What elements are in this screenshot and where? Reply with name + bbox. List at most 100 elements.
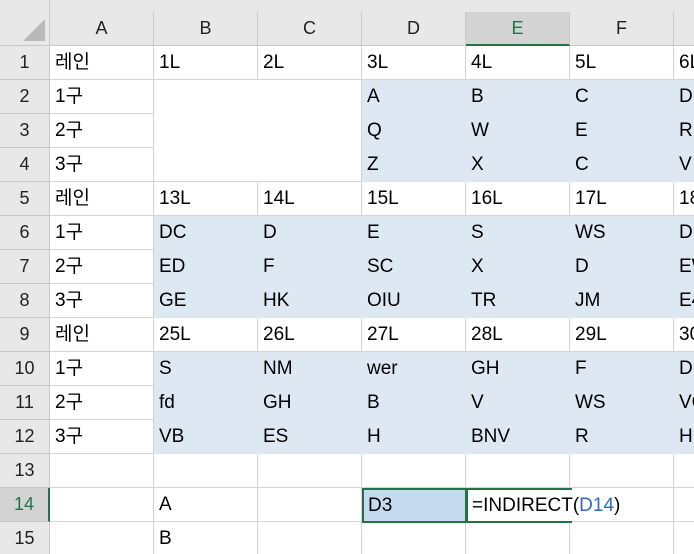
- cell-b11[interactable]: fd: [154, 386, 258, 420]
- cell-g10[interactable]: D: [674, 352, 694, 386]
- cell-g12[interactable]: H: [674, 420, 694, 454]
- select-all-corner[interactable]: [0, 0, 50, 46]
- cell-f3[interactable]: E: [570, 114, 674, 148]
- cell-a4[interactable]: 3구: [50, 148, 154, 182]
- cell-e1[interactable]: 4L: [466, 46, 570, 80]
- cell-d7[interactable]: SC: [362, 250, 466, 284]
- cell-c13[interactable]: [258, 454, 362, 488]
- cell-g8[interactable]: E4: [674, 284, 694, 318]
- cell-g13[interactable]: [674, 454, 694, 488]
- cell-d5[interactable]: 15L: [362, 182, 466, 216]
- cell-e3[interactable]: W: [466, 114, 570, 148]
- editing-cell-e14[interactable]: =INDIRECT(D14): [466, 488, 620, 523]
- row-header-1[interactable]: 1: [0, 46, 50, 80]
- cell-b12[interactable]: VB: [154, 420, 258, 454]
- cell-b5[interactable]: 13L: [154, 182, 258, 216]
- cell-a13[interactable]: [50, 454, 154, 488]
- cell-b9[interactable]: 25L: [154, 318, 258, 352]
- cell-e12[interactable]: BNV: [466, 420, 570, 454]
- cell-c6[interactable]: D: [258, 216, 362, 250]
- row-header-5[interactable]: 5: [0, 182, 50, 216]
- cell-f15[interactable]: [570, 522, 674, 554]
- column-header-b[interactable]: B: [154, 12, 258, 46]
- row-header-3[interactable]: 3: [0, 114, 50, 148]
- cell-c12[interactable]: ES: [258, 420, 362, 454]
- cell-d3[interactable]: Q: [362, 114, 466, 148]
- cell-d2[interactable]: A: [362, 80, 466, 114]
- cell-d12[interactable]: H: [362, 420, 466, 454]
- cell-c10[interactable]: NM: [258, 352, 362, 386]
- cell-e6[interactable]: S: [466, 216, 570, 250]
- cell-g3[interactable]: R: [674, 114, 694, 148]
- row-header-14[interactable]: 14: [0, 488, 50, 522]
- cell-e2[interactable]: B: [466, 80, 570, 114]
- cell-c5[interactable]: 14L: [258, 182, 362, 216]
- cell-d8[interactable]: OIU: [362, 284, 466, 318]
- column-header-f[interactable]: F: [570, 12, 674, 46]
- cell-d15[interactable]: [362, 522, 466, 554]
- column-header-c[interactable]: C: [258, 12, 362, 46]
- cell-g11[interactable]: VC: [674, 386, 694, 420]
- column-header-a[interactable]: A: [50, 12, 154, 46]
- cell-b1[interactable]: 1L: [154, 46, 258, 80]
- cell-b3[interactable]: [154, 114, 258, 148]
- cell-b4[interactable]: [154, 148, 258, 182]
- row-header-13[interactable]: 13: [0, 454, 50, 488]
- cell-e8[interactable]: TR: [466, 284, 570, 318]
- cell-a3[interactable]: 2구: [50, 114, 154, 148]
- cell-f6[interactable]: WS: [570, 216, 674, 250]
- cell-a1[interactable]: 레인: [50, 46, 154, 80]
- cell-g2[interactable]: D: [674, 80, 694, 114]
- cell-b14[interactable]: A: [154, 488, 258, 522]
- cell-b7[interactable]: ED: [154, 250, 258, 284]
- cell-d11[interactable]: B: [362, 386, 466, 420]
- cell-a12[interactable]: 3구: [50, 420, 154, 454]
- cell-g14[interactable]: [674, 488, 694, 522]
- cell-a11[interactable]: 2구: [50, 386, 154, 420]
- row-header-11[interactable]: 11: [0, 386, 50, 420]
- cell-a6[interactable]: 1구: [50, 216, 154, 250]
- cell-a14[interactable]: [50, 488, 154, 522]
- cell-d6[interactable]: E: [362, 216, 466, 250]
- cell-c9[interactable]: 26L: [258, 318, 362, 352]
- cell-a10[interactable]: 1구: [50, 352, 154, 386]
- row-header-4[interactable]: 4: [0, 148, 50, 182]
- row-header-15[interactable]: 15: [0, 522, 50, 554]
- cell-g1[interactable]: 6L: [674, 46, 694, 80]
- cell-c2[interactable]: [258, 80, 362, 114]
- row-header-7[interactable]: 7: [0, 250, 50, 284]
- cell-f1[interactable]: 5L: [570, 46, 674, 80]
- cell-a15[interactable]: [50, 522, 154, 554]
- cell-f13[interactable]: [570, 454, 674, 488]
- cell-c1[interactable]: 2L: [258, 46, 362, 80]
- cell-d10[interactable]: wer: [362, 352, 466, 386]
- cell-f8[interactable]: JM: [570, 284, 674, 318]
- column-header-e[interactable]: E: [466, 12, 570, 46]
- cell-g4[interactable]: V: [674, 148, 694, 182]
- cell-d1[interactable]: 3L: [362, 46, 466, 80]
- cell-b2[interactable]: [154, 80, 258, 114]
- cell-f2[interactable]: C: [570, 80, 674, 114]
- cell-a8[interactable]: 3구: [50, 284, 154, 318]
- cell-d13[interactable]: [362, 454, 466, 488]
- cell-e10[interactable]: GH: [466, 352, 570, 386]
- cell-c14[interactable]: [258, 488, 362, 522]
- cell-e11[interactable]: V: [466, 386, 570, 420]
- cell-b13[interactable]: [154, 454, 258, 488]
- cell-g5[interactable]: 18L: [674, 182, 694, 216]
- row-header-12[interactable]: 12: [0, 420, 50, 454]
- selected-cell-d14[interactable]: D3: [362, 488, 467, 523]
- cell-a7[interactable]: 2구: [50, 250, 154, 284]
- cell-g7[interactable]: EW: [674, 250, 694, 284]
- cell-c4[interactable]: [258, 148, 362, 182]
- row-header-10[interactable]: 10: [0, 352, 50, 386]
- cell-f7[interactable]: D: [570, 250, 674, 284]
- cell-c15[interactable]: [258, 522, 362, 554]
- row-header-2[interactable]: 2: [0, 80, 50, 114]
- cell-a9[interactable]: 레인: [50, 318, 154, 352]
- cell-e13[interactable]: [466, 454, 570, 488]
- cell-b6[interactable]: DC: [154, 216, 258, 250]
- cell-b8[interactable]: GE: [154, 284, 258, 318]
- cell-c8[interactable]: HK: [258, 284, 362, 318]
- column-header-d[interactable]: D: [362, 12, 466, 46]
